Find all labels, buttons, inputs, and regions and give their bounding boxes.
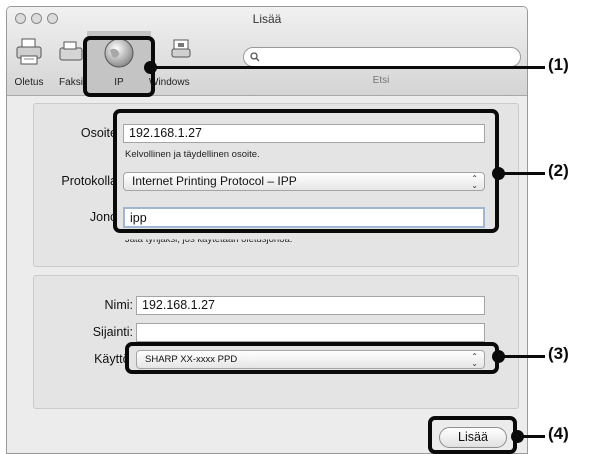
window-title: Lisää: [252, 12, 282, 26]
address-label: Osoite: [80, 126, 117, 140]
toolbar-item-default[interactable]: Oletus: [7, 33, 51, 89]
toolbar-label-windows: Windows: [149, 77, 190, 88]
callout-frame-2: [113, 109, 499, 233]
use-label: Käyttö:: [94, 352, 133, 366]
callout-label-2: (2): [548, 161, 569, 180]
name-field[interactable]: 192.168.1.27: [136, 296, 485, 315]
callout-label-3: (3): [548, 344, 569, 363]
default-printer-icon: [16, 38, 42, 65]
search-label: Etsi: [372, 75, 390, 86]
location-field[interactable]: [136, 323, 485, 342]
toolbar-item-windows[interactable]: Windows: [149, 33, 211, 89]
callout-leader-2: [498, 172, 545, 175]
callout-frame-3: [125, 342, 499, 374]
callout-label-4: (4): [548, 424, 569, 443]
queue-label: Jono: [89, 210, 117, 224]
search-icon: [250, 52, 260, 62]
callout-leader-3: [498, 355, 545, 358]
name-label: Nimi:: [104, 298, 133, 312]
location-label: Sijainti:: [92, 325, 133, 339]
protocol-label: Protokolla: [61, 174, 117, 188]
windows-printer-icon: [171, 39, 191, 58]
fax-icon: [59, 41, 83, 61]
callout-frame-4: [428, 416, 517, 454]
callout-leader-4: [517, 435, 545, 438]
search-input[interactable]: [243, 47, 521, 67]
callout-label-1: (1): [548, 55, 569, 74]
toolbar-label-default: Oletus: [14, 77, 44, 88]
callout-leader-1: [150, 66, 545, 69]
